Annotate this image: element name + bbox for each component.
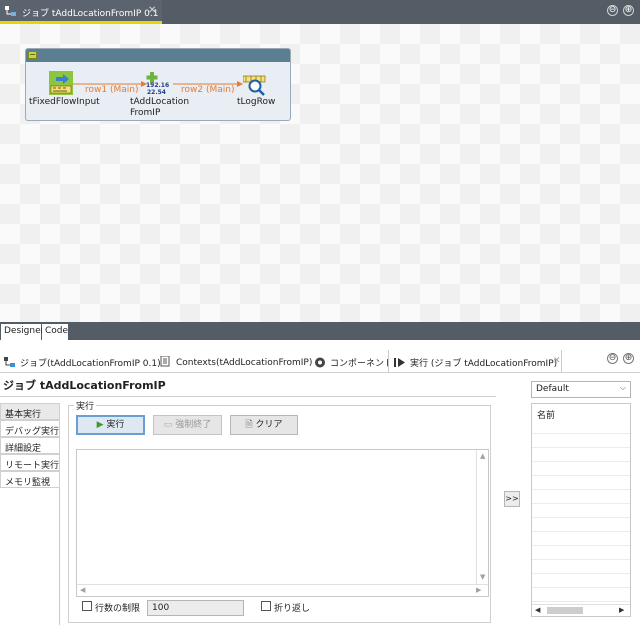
component-label-line2: FromIP — [130, 108, 161, 118]
maximize-icon[interactable]: ⊕ — [623, 353, 634, 364]
clear-button[interactable]: 🗎 クリア — [230, 415, 298, 435]
tab-contexts[interactable]: Contexts(tAddLocationFromIP) — [160, 350, 312, 372]
contexts-icon — [160, 356, 170, 367]
job-icon — [5, 6, 16, 16]
context-row[interactable] — [532, 588, 630, 602]
context-row[interactable] — [532, 574, 630, 588]
collapse-icon[interactable]: − — [28, 51, 37, 59]
side-item-remote-run[interactable]: リモート実行 — [0, 454, 60, 471]
limit-rows-input[interactable]: 100 — [147, 600, 244, 616]
console-vertical-scrollbar[interactable]: ▲ ▼ — [476, 450, 488, 584]
tab-job-label: ジョブ(tAddLocationFromIP 0.1) — [20, 359, 161, 369]
tab-run-label: 実行 (ジョブ tAddLocationFromIP) — [410, 359, 558, 369]
context-row[interactable] — [532, 560, 630, 574]
connection-row2-label[interactable]: row2 (Main) — [181, 85, 234, 95]
component-label-tlogrow[interactable]: tLogRow — [237, 97, 275, 108]
side-item-basic-run[interactable]: 基本実行 — [0, 403, 60, 420]
play-icon: ▶ — [96, 420, 104, 430]
scroll-down-icon[interactable]: ▼ — [480, 573, 485, 581]
clear-button-label: クリア — [255, 420, 283, 430]
divider — [0, 372, 640, 373]
tab-component-label: コンポーネント — [330, 359, 394, 369]
editor-tab-label: ジョブ tAddLocationFromIP 0.1 — [22, 9, 159, 19]
run-side-menu: 基本実行 デバッグ実行 詳細設定 リモート実行 メモリ監視 — [0, 403, 60, 625]
limit-rows-checkbox[interactable] — [82, 601, 92, 611]
close-icon[interactable]: ✕ — [553, 356, 561, 366]
clear-icon: 🗎 — [245, 420, 253, 430]
connection-row2-arrow — [237, 81, 243, 87]
context-table[interactable]: 名前 ◀ ▶ — [531, 403, 631, 617]
context-row[interactable] — [532, 420, 630, 434]
connection-row1-label[interactable]: row1 (Main) — [85, 85, 138, 95]
expand-context-button[interactable]: >> — [504, 491, 520, 507]
tab-designer[interactable]: Designer — [1, 324, 44, 340]
minimize-icon[interactable]: ⊖ — [607, 353, 618, 364]
side-item-memory-monitor[interactable]: メモリ監視 — [0, 471, 60, 488]
side-item-debug-run[interactable]: デバッグ実行 — [0, 420, 60, 437]
connection-row1-arrow — [141, 81, 147, 87]
close-icon[interactable]: ✕ — [148, 5, 156, 16]
tab-code[interactable]: Code — [42, 324, 68, 340]
context-row[interactable] — [532, 518, 630, 532]
scrollbar-thumb[interactable] — [547, 607, 583, 614]
side-item-advanced-settings[interactable]: 詳細設定 — [0, 437, 60, 454]
designer-code-tabbar: Designer Code — [0, 322, 640, 340]
context-select-value: Default — [536, 384, 569, 394]
context-row[interactable] — [532, 476, 630, 490]
editor-tab-job[interactable]: ジョブ tAddLocationFromIP 0.1 ✕ — [0, 0, 162, 24]
maximize-icon[interactable]: ⊕ — [623, 5, 634, 16]
wrap-checkbox[interactable] — [261, 601, 271, 611]
component-icon — [315, 357, 325, 368]
scroll-right-icon[interactable]: ▶ — [619, 606, 624, 614]
stop-icon: ▭ — [163, 420, 173, 430]
scroll-right-icon[interactable]: ▶ — [476, 586, 481, 594]
scroll-up-icon[interactable]: ▲ — [480, 452, 485, 460]
run-button[interactable]: ▶ 実行 — [76, 415, 145, 435]
component-label-taddlocationfromip[interactable]: tAddLocation FromIP — [130, 97, 189, 119]
context-row[interactable] — [532, 434, 630, 448]
console-horizontal-scrollbar[interactable]: ◀ ▶ — [77, 584, 488, 596]
context-row[interactable] — [532, 532, 630, 546]
subjob-header: − — [26, 49, 290, 62]
job-icon — [4, 357, 15, 367]
context-horizontal-scrollbar[interactable]: ◀ ▶ — [532, 604, 630, 616]
fixed-flow-input-icon[interactable] — [49, 71, 73, 95]
tab-contexts-label: Contexts(tAddLocationFromIP) — [176, 358, 313, 368]
component-label-line1: tAddLocation — [130, 97, 190, 107]
component-label-tfixedflowinput[interactable]: tFixedFlowInput — [29, 97, 100, 108]
chevron-down-icon: ⌵ — [619, 383, 626, 392]
editor-tabbar: ジョブ tAddLocationFromIP 0.1 ✕ ⊖ ⊕ — [0, 0, 640, 24]
divider — [0, 396, 496, 397]
context-select[interactable]: Default ⌵ — [531, 381, 631, 398]
context-row[interactable] — [532, 504, 630, 518]
tab-run[interactable]: 実行 (ジョブ tAddLocationFromIP) ✕ — [388, 350, 562, 372]
ip-line-2: 22.54 — [147, 89, 166, 96]
scroll-left-icon[interactable]: ◀ — [535, 606, 540, 614]
limit-rows-label: 行数の制限 — [95, 604, 141, 614]
console-output[interactable]: ▲ ▼ ◀ ▶ — [76, 449, 489, 597]
scroll-left-icon[interactable]: ◀ — [80, 586, 85, 594]
kill-button-label: 強制終了 — [175, 420, 212, 430]
run-group-label: 実行 — [74, 399, 97, 412]
context-row[interactable] — [532, 462, 630, 476]
context-row[interactable] — [532, 448, 630, 462]
job-title: ジョブ tAddLocationFromIP — [3, 379, 166, 392]
view-tabbar: ジョブ(tAddLocationFromIP 0.1) Contexts(tAd… — [0, 350, 640, 372]
tab-component[interactable]: コンポーネント — [314, 350, 393, 372]
run-button-label: 実行 — [106, 420, 125, 430]
context-row[interactable] — [532, 490, 630, 504]
kill-button[interactable]: ▭ 強制終了 — [153, 415, 222, 435]
context-row[interactable] — [532, 546, 630, 560]
tab-job[interactable]: ジョブ(tAddLocationFromIP 0.1) — [4, 350, 161, 372]
minimize-icon[interactable]: ⊖ — [607, 5, 618, 16]
wrap-label: 折り返し — [274, 604, 311, 614]
run-icon — [394, 358, 405, 367]
